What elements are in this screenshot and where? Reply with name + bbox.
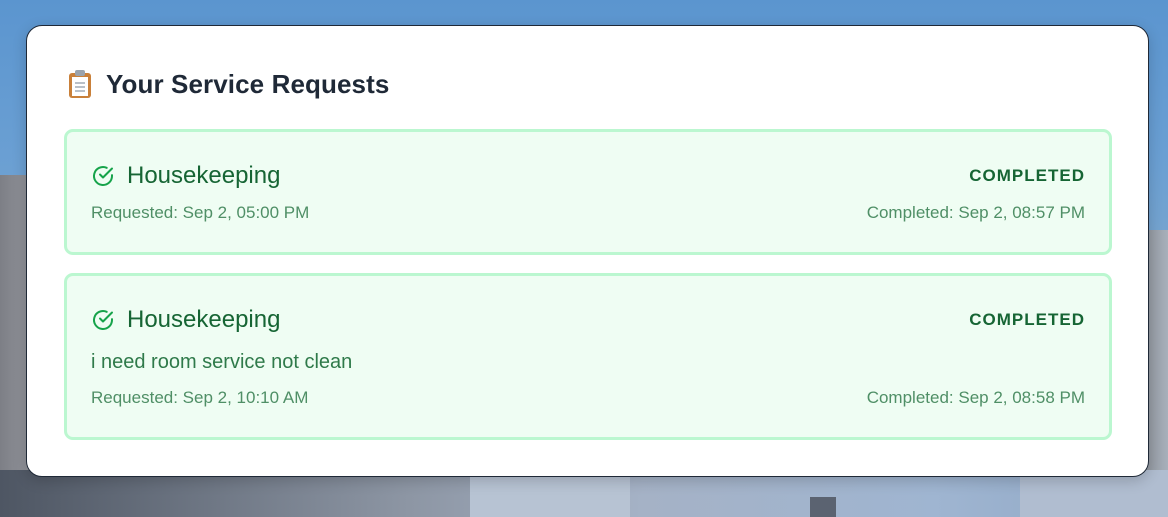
card-meta: Requested: Sep 2, 05:00 PM Completed: Se…: [91, 203, 1085, 223]
service-type: Housekeeping: [127, 306, 281, 333]
card-header: Housekeeping COMPLETED: [91, 304, 1085, 336]
service-requests-panel: Your Service Requests Housekeeping COMPL…: [26, 25, 1149, 477]
completed-time: Completed: Sep 2, 08:58 PM: [866, 388, 1085, 407]
card-header: Housekeeping COMPLETED: [91, 160, 1085, 192]
card-meta: Requested: Sep 2, 10:10 AM Completed: Se…: [91, 388, 1085, 408]
completed-time: Completed: Sep 2, 08:57 PM: [866, 203, 1085, 222]
check-circle-icon: [91, 164, 115, 188]
background-window: [810, 497, 836, 517]
request-card[interactable]: Housekeeping COMPLETED Requested: Sep 2,…: [64, 129, 1112, 255]
clipboard-icon: [67, 70, 93, 98]
request-note: i need room service not clean: [91, 351, 353, 373]
background-pillar: [470, 470, 630, 517]
card-title-group: Housekeeping: [91, 162, 280, 190]
card-title-group: Housekeeping: [91, 306, 280, 334]
requested-time: Requested: Sep 2, 10:10 AM: [91, 388, 309, 407]
status-badge: COMPLETED: [969, 166, 1085, 185]
panel-header: Your Service Requests: [64, 54, 1111, 114]
background-pillar: [1020, 470, 1168, 517]
service-type: Housekeeping: [127, 162, 281, 189]
panel-title: Your Service Requests: [106, 68, 390, 99]
status-badge: COMPLETED: [969, 310, 1085, 329]
requested-time: Requested: Sep 2, 05:00 PM: [91, 203, 310, 222]
check-circle-icon: [91, 308, 115, 332]
request-card[interactable]: Housekeeping COMPLETED i need room servi…: [64, 273, 1112, 440]
